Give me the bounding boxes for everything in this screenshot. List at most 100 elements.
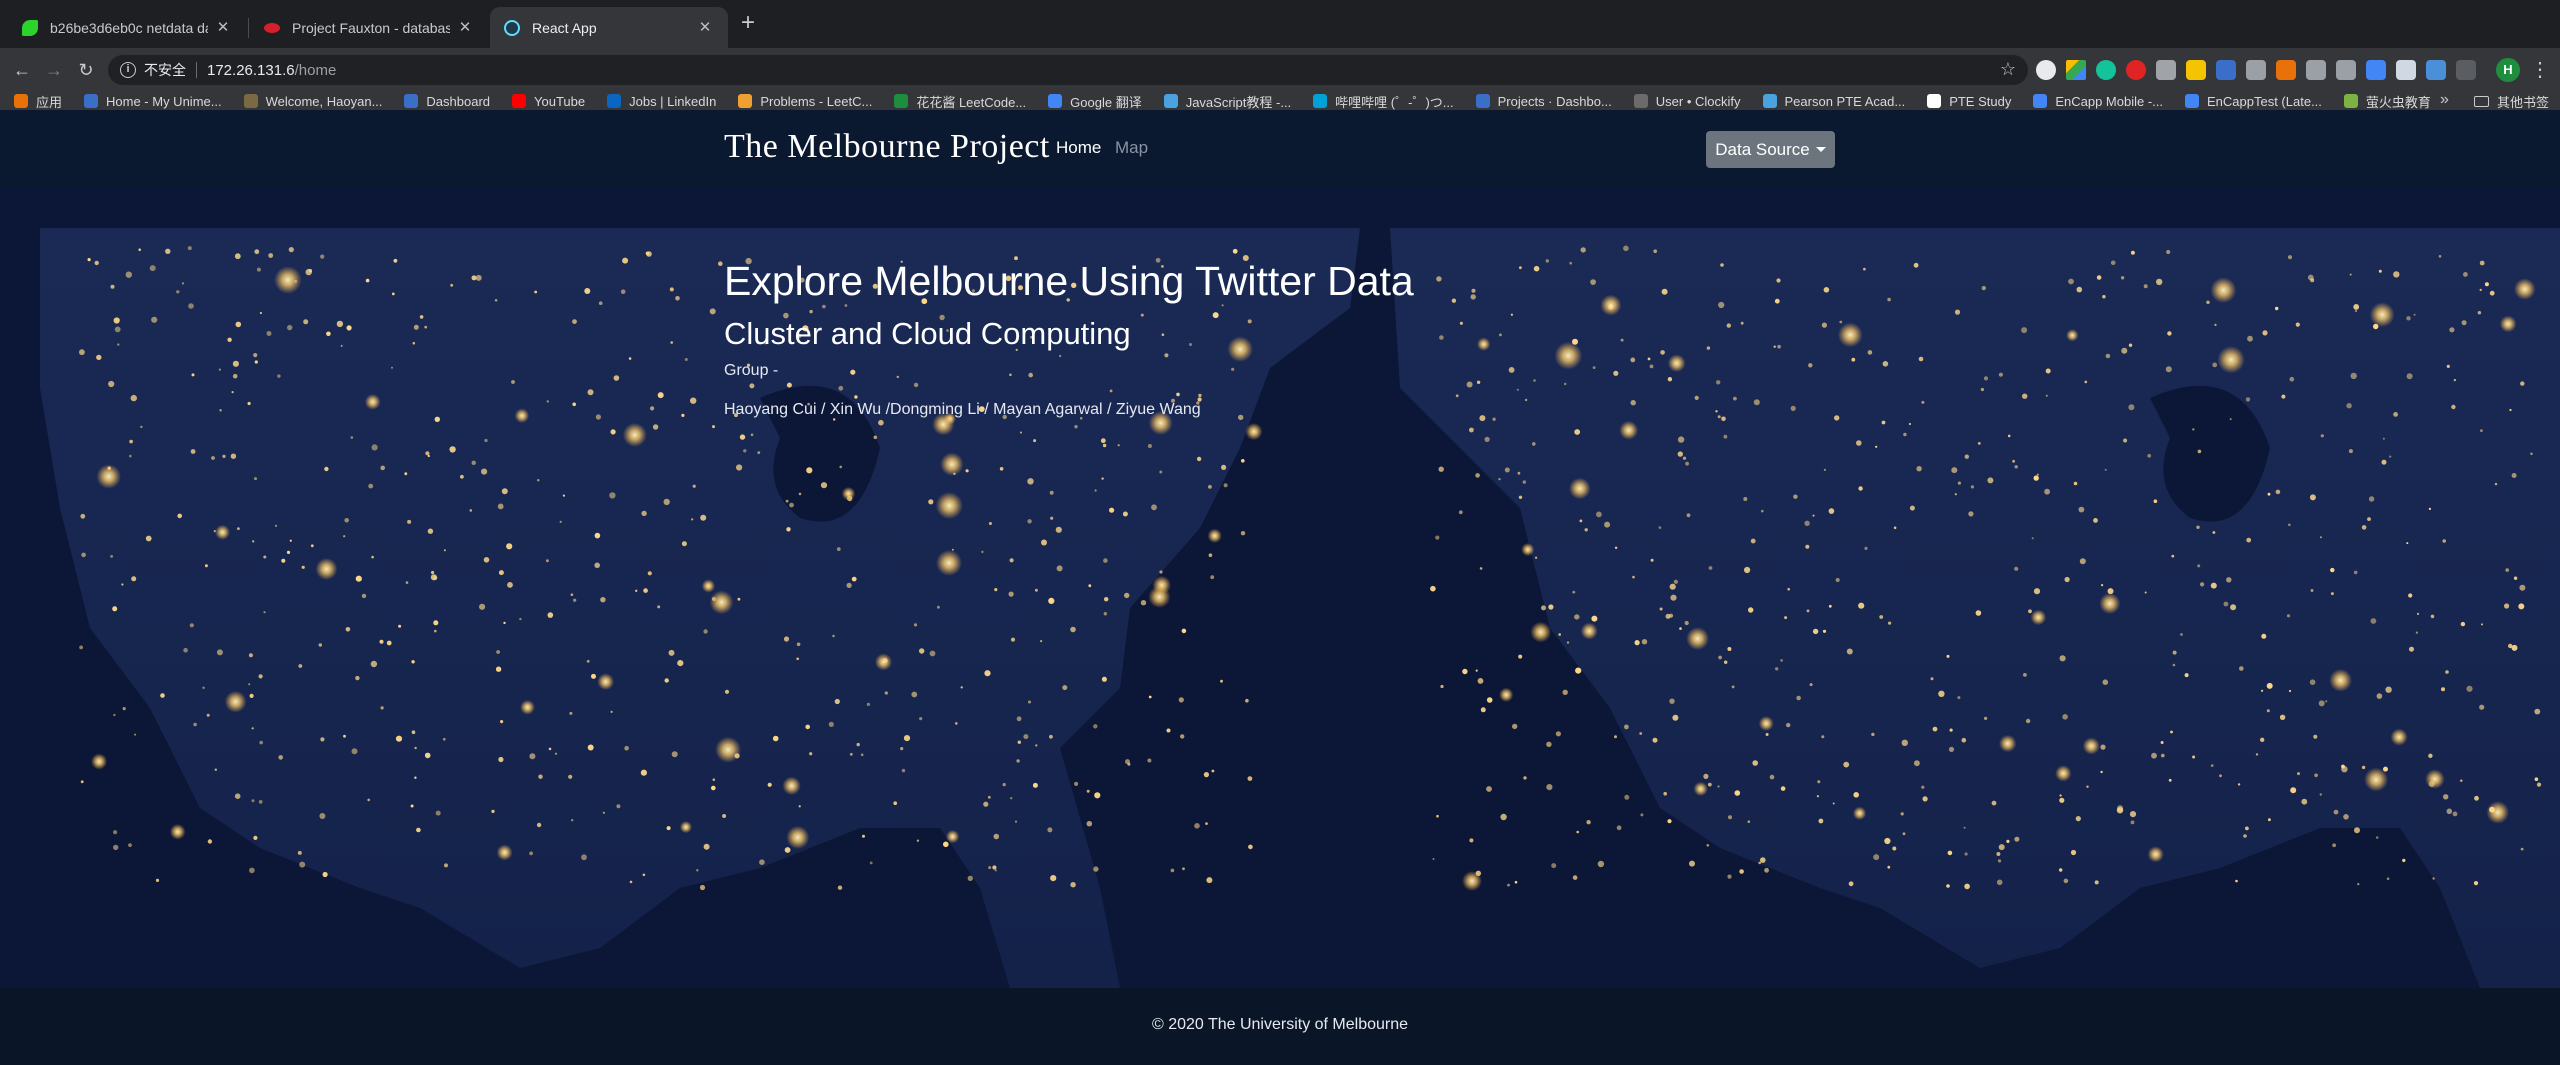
extension-m-icon[interactable]: [2186, 60, 2206, 80]
site-navbar: The Melbourne Project Home Map Data Sour…: [0, 110, 2560, 188]
bookmark-favicon-icon: [84, 94, 99, 108]
bookmark-label: EnCappTest (Late...: [2207, 93, 2322, 109]
bookmark-label: PTE Study: [1949, 93, 2012, 109]
bookmark-item[interactable]: Problems - LeetC...: [738, 94, 872, 109]
bookmark-item[interactable]: EnCappTest (Late...: [2185, 94, 2322, 109]
bookmark-item[interactable]: PTE Study: [1927, 94, 2011, 109]
adblock-icon[interactable]: [2126, 60, 2146, 80]
close-icon[interactable]: ✕: [696, 19, 714, 37]
new-tab-button[interactable]: +: [736, 11, 760, 36]
chrome-extension-icon[interactable]: [2036, 60, 2056, 80]
site-brand[interactable]: The Melbourne Project: [724, 128, 1050, 166]
bookmark-item[interactable]: Home - My Unime...: [84, 94, 222, 109]
bookmark-item[interactable]: 哔哩哔哩 (゜-゜)つ...: [1313, 92, 1454, 111]
bookmark-favicon-icon: [512, 94, 527, 108]
bookmark-favicon-icon: [1163, 94, 1178, 108]
bookmark-favicon-icon: [404, 94, 419, 108]
bookmark-favicon-icon: [607, 94, 622, 108]
bookmark-item[interactable]: Jobs | LinkedIn: [607, 94, 716, 109]
bookmark-item[interactable]: Pearson PTE Acad...: [1762, 93, 1906, 109]
browser-toolbar: ← → ↻ i 不安全 172.26.131.6/home ☆ H ⋮: [0, 48, 2560, 92]
grammarly-icon[interactable]: [2096, 60, 2116, 80]
other-bookmarks-folder[interactable]: 其他书签: [2474, 92, 2549, 110]
security-label: 不安全: [144, 62, 186, 78]
bookmark-favicon-icon: [1475, 94, 1490, 108]
bookmark-label: 应用: [36, 94, 63, 110]
data-source-label: Data Source: [1715, 139, 1810, 159]
extension-icon[interactable]: [2426, 60, 2446, 80]
tab-divider: [248, 18, 249, 38]
bookmark-favicon-icon: [1633, 94, 1648, 108]
profile-avatar[interactable]: H: [2496, 58, 2520, 82]
bookmark-label: Problems - LeetC...: [760, 93, 873, 109]
extension-sc-icon[interactable]: [2276, 60, 2296, 80]
netdata-favicon-icon: [22, 19, 38, 36]
extension-icon[interactable]: [2216, 60, 2236, 80]
browser-tab-fauxton[interactable]: Project Fauxton - database/tw ✕: [250, 7, 488, 48]
react-favicon-icon: [504, 19, 520, 36]
tab-title: Project Fauxton - database/tw: [292, 19, 450, 36]
extension-icon[interactable]: [2456, 60, 2476, 80]
nav-link-home[interactable]: Home: [1056, 138, 1101, 158]
extension-icon[interactable]: [2396, 60, 2416, 80]
bookmark-item[interactable]: 花花酱 LeetCode...: [894, 92, 1026, 111]
bookmark-item[interactable]: Google 翻译: [1048, 92, 1142, 111]
bookmark-label: EnCapp Mobile -...: [2055, 93, 2163, 109]
bookmarks-overflow-button[interactable]: »: [2440, 91, 2449, 109]
bookmark-item[interactable]: YouTube: [512, 94, 585, 109]
bookmark-item[interactable]: 萤火虫教育: [2343, 92, 2431, 111]
bookmark-label: JavaScript教程 -...: [1185, 94, 1292, 110]
extension-icon[interactable]: [2156, 60, 2176, 80]
team-members: Haoyang Cui / Xin Wu /Dongming Li / Maya…: [724, 401, 1201, 418]
bookmark-item[interactable]: Dashboard: [404, 94, 490, 109]
bookmark-item[interactable]: Welcome, Haoyan...: [243, 93, 383, 109]
bookmark-label: Welcome, Haoyan...: [265, 93, 383, 109]
bookmark-label: YouTube: [534, 93, 586, 109]
bookmark-label: Google 翻译: [1070, 94, 1142, 110]
bookmark-favicon-icon: [243, 94, 258, 108]
close-icon[interactable]: ✕: [456, 19, 474, 37]
bookmark-label: Projects · Dashbo...: [1497, 93, 1612, 109]
google-drive-icon[interactable]: [2066, 60, 2086, 80]
bookmark-favicon-icon: [1762, 94, 1777, 108]
extension-icon[interactable]: [2336, 60, 2356, 80]
group-label: Group -: [724, 362, 779, 379]
bookmark-favicon-icon: [738, 94, 753, 108]
close-icon[interactable]: ✕: [214, 19, 232, 37]
web-page: The Melbourne Project Home Map Data Sour…: [0, 110, 2560, 1065]
hero-subtitle: Cluster and Cloud Computing: [724, 316, 1131, 351]
info-icon[interactable]: i: [120, 62, 136, 78]
folder-icon: [2474, 95, 2489, 107]
browser-menu-icon[interactable]: ⋮: [2530, 58, 2550, 82]
other-bookmarks-label: 其他书签: [2497, 94, 2550, 110]
bookmark-item[interactable]: Projects · Dashbo...: [1475, 93, 1612, 109]
night-lights-map-image: [0, 188, 2560, 988]
bookmark-item[interactable]: EnCapp Mobile -...: [2033, 94, 2163, 109]
forward-arrow-icon[interactable]: →: [42, 58, 66, 82]
bookmark-favicon-icon: [1313, 94, 1328, 108]
nav-link-map[interactable]: Map: [1115, 138, 1148, 158]
bookmark-label: Dashboard: [426, 93, 491, 109]
bookmark-star-icon[interactable]: ☆: [2000, 59, 2016, 80]
address-divider: [196, 62, 197, 78]
bookmark-item[interactable]: User • Clockify: [1633, 94, 1741, 109]
bookmark-label: 花花酱 LeetCode...: [916, 94, 1027, 110]
browser-tab-react-app[interactable]: React App ✕: [490, 7, 728, 48]
bookmarks-list: 应用 Home - My Unime... Welcome, Haoyan... Da…: [0, 92, 2453, 110]
browser-tab-netdata[interactable]: b26be3d6eb0c netdata dashb ✕: [8, 7, 246, 48]
bookmark-item[interactable]: 应用: [14, 92, 62, 111]
reload-icon[interactable]: ↻: [74, 58, 98, 82]
back-arrow-icon[interactable]: ←: [10, 58, 34, 82]
extension-icon[interactable]: [2366, 60, 2386, 80]
bookmark-label: 哔哩哔哩 (゜-゜)つ...: [1335, 94, 1454, 110]
url-host: 172.26.131.6: [207, 61, 295, 79]
bookmark-item[interactable]: JavaScript教程 -...: [1163, 92, 1292, 111]
data-source-dropdown-button[interactable]: Data Source: [1706, 131, 1835, 168]
address-bar[interactable]: i 不安全 172.26.131.6/home ☆: [108, 55, 2028, 85]
couchdb-favicon-icon: [264, 22, 280, 33]
caret-down-icon: [1815, 147, 1826, 152]
bookmark-label: Pearson PTE Acad...: [1784, 93, 1906, 109]
extension-icon[interactable]: [2246, 60, 2266, 80]
extension-icon[interactable]: [2306, 60, 2326, 80]
bookmark-label: Home - My Unime...: [106, 93, 222, 109]
